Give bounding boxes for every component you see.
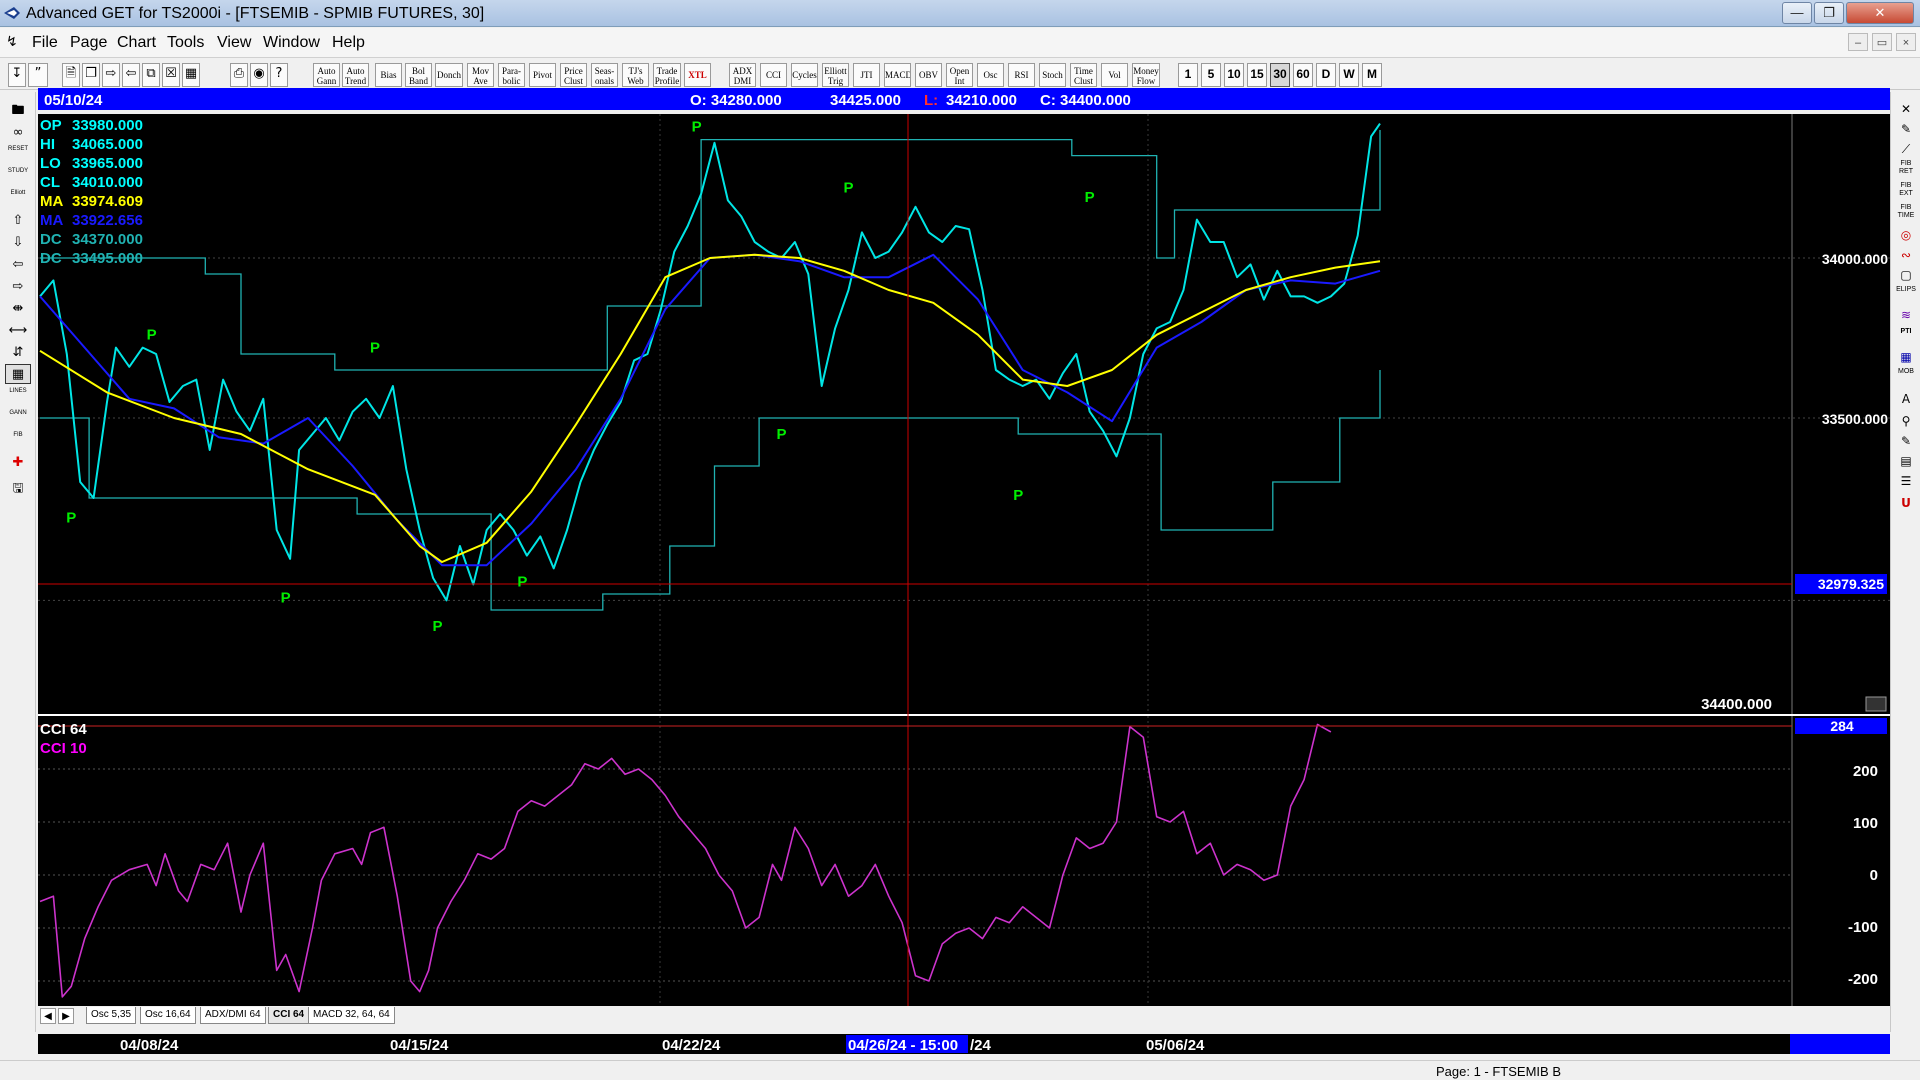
readout-value: 33980.000 <box>72 117 143 134</box>
header-high: 34425.000 <box>830 92 901 109</box>
readout-value: 34010.000 <box>72 174 143 191</box>
oscillator-panel[interactable] <box>38 716 1890 1006</box>
tab-scroll-left-icon[interactable]: ◀ <box>40 1008 56 1024</box>
pivot-marker: P <box>1013 487 1023 504</box>
readout-label: MA <box>40 212 63 229</box>
date-label-0506: 05/06/24 <box>1146 1037 1205 1054</box>
readout-value: 33495.000 <box>72 250 143 267</box>
date-label-0408: 04/08/24 <box>120 1037 179 1054</box>
pivot-marker: P <box>692 119 702 136</box>
pivot-marker: P <box>517 573 527 590</box>
readout-value: 33974.609 <box>72 193 143 210</box>
header-open: O: 34280.000 <box>690 92 782 109</box>
tab-osc-5-35[interactable]: Osc 5,35 <box>86 1007 137 1024</box>
date-cursor-suffix: /24 <box>970 1037 992 1054</box>
last-price-label: 34400.000 <box>1701 696 1772 713</box>
osc-current-value: 284 <box>1830 718 1854 734</box>
pivot-marker: P <box>433 618 443 635</box>
pivot-marker: P <box>66 509 76 526</box>
readout-label: DC <box>40 231 62 248</box>
pivot-marker: P <box>1085 189 1095 206</box>
readout-value: 34370.000 <box>72 231 143 248</box>
chart-scroll-icon[interactable] <box>1865 696 1887 712</box>
readout-label: LO <box>40 155 61 172</box>
date-label-0415: 04/15/24 <box>390 1037 449 1054</box>
tab-adx-dmi-64[interactable]: ADX/DMI 64 <box>200 1007 266 1024</box>
pivot-marker: P <box>281 589 291 606</box>
header-low-label: L: <box>924 92 938 109</box>
header-low: 34210.000 <box>946 92 1017 109</box>
header-date: 05/10/24 <box>44 92 103 109</box>
readout-label: CL <box>40 174 60 191</box>
readout-value: 33965.000 <box>72 155 143 172</box>
pivot-marker: P <box>843 179 853 196</box>
osc-label-0: 0 <box>1870 867 1878 884</box>
header-close: C: 34400.000 <box>1040 92 1131 109</box>
price-panel[interactable] <box>38 114 1890 714</box>
readout-label: HI <box>40 136 55 153</box>
price-label-34000: 34000.000 <box>1822 251 1888 267</box>
tab-macd[interactable]: MACD 32, 64, 64 <box>308 1007 395 1024</box>
tab-scroll-right-icon[interactable]: ▶ <box>58 1008 74 1024</box>
chart-canvas[interactable]: 05/10/24 O: 34280.000 34425.000 L: 34210… <box>0 0 1920 1060</box>
readout-label: DC <box>40 250 62 267</box>
osc-label-minus-200: -200 <box>1848 971 1878 988</box>
readout-value: 34065.000 <box>72 136 143 153</box>
price-label-33500: 33500.000 <box>1822 411 1888 427</box>
cci64-label: CCI 64 <box>40 721 87 738</box>
osc-label-200: 200 <box>1853 763 1878 780</box>
date-axis-end <box>1790 1034 1890 1054</box>
tab-osc-16-64[interactable]: Osc 16,64 <box>140 1007 196 1024</box>
crosshair-price-value: 32979.325 <box>1818 576 1884 592</box>
pivot-marker: P <box>147 327 157 344</box>
date-label-0422: 04/22/24 <box>662 1037 721 1054</box>
tab-cci-64[interactable]: CCI 64 <box>268 1007 310 1024</box>
date-cursor-label: 04/26/24 - 15:00 <box>848 1037 958 1054</box>
readout-label: MA <box>40 193 63 210</box>
app-window: Advanced GET for TS2000i - [FTSEMIB - SP… <box>0 0 1920 1080</box>
status-text: Page: 1 - FTSEMIB B <box>1436 1064 1561 1079</box>
osc-label-100: 100 <box>1853 815 1878 832</box>
cci10-label: CCI 10 <box>40 740 87 757</box>
readout-value: 33922.656 <box>72 212 143 229</box>
osc-label-minus-100: -100 <box>1848 919 1878 936</box>
pivot-marker: P <box>776 426 786 443</box>
readout-label: OP <box>40 117 62 134</box>
status-bar: Page: 1 - FTSEMIB B <box>0 1060 1920 1080</box>
pivot-marker: P <box>370 339 380 356</box>
indicator-tabs: ◀ ▶ Osc 5,35 Osc 16,64 ADX/DMI 64 CCI 64… <box>38 1006 1790 1026</box>
